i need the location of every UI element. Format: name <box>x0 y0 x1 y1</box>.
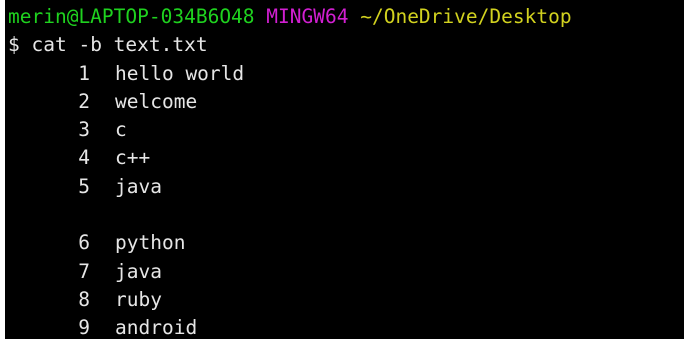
output-line: 1 hello world <box>8 60 684 88</box>
terminal-window[interactable]: merin@LAPTOP-034B6O48 MINGW64 ~/OneDrive… <box>5 0 684 339</box>
line-number: 2 <box>78 89 90 113</box>
line-text: android <box>115 316 198 339</box>
line-text: c <box>115 118 127 142</box>
line-text: python <box>115 231 186 255</box>
prompt-line: merin@LAPTOP-034B6O48 MINGW64 ~/OneDrive… <box>8 3 684 31</box>
output-line: 9 android <box>8 314 684 339</box>
output-line: 8 ruby <box>8 286 684 314</box>
line-text: java <box>115 174 162 198</box>
line-number: 8 <box>78 287 90 311</box>
output-line: 4 c++ <box>8 144 684 172</box>
command-text: cat -b text.txt <box>31 33 208 57</box>
line-number: 3 <box>78 118 90 142</box>
output-line: 7 java <box>8 258 684 286</box>
prompt-user-host: merin@LAPTOP-034B6O48 <box>8 5 255 28</box>
line-number: 5 <box>78 174 90 198</box>
output-line: 5 java <box>8 173 684 201</box>
prompt-path: ~/OneDrive/Desktop <box>360 5 572 28</box>
line-number: 9 <box>78 316 90 339</box>
line-number: 1 <box>78 61 90 85</box>
output-line: 3c <box>8 116 684 144</box>
command-line: $ cat -b text.txt <box>8 31 684 59</box>
line-number: 7 <box>78 259 90 283</box>
output-blank-line <box>8 201 684 229</box>
line-text: ruby <box>115 287 162 311</box>
line-text: java <box>115 259 162 283</box>
output-line: 6 python <box>8 229 684 257</box>
line-number: 4 <box>78 146 90 170</box>
prompt-system: MINGW64 <box>266 5 349 28</box>
prompt-symbol: $ <box>8 33 20 57</box>
line-text: welcome <box>115 89 198 113</box>
line-text: hello world <box>115 61 245 85</box>
line-text: c++ <box>115 146 151 170</box>
line-number: 6 <box>78 231 90 255</box>
output-line: 2 welcome <box>8 88 684 116</box>
